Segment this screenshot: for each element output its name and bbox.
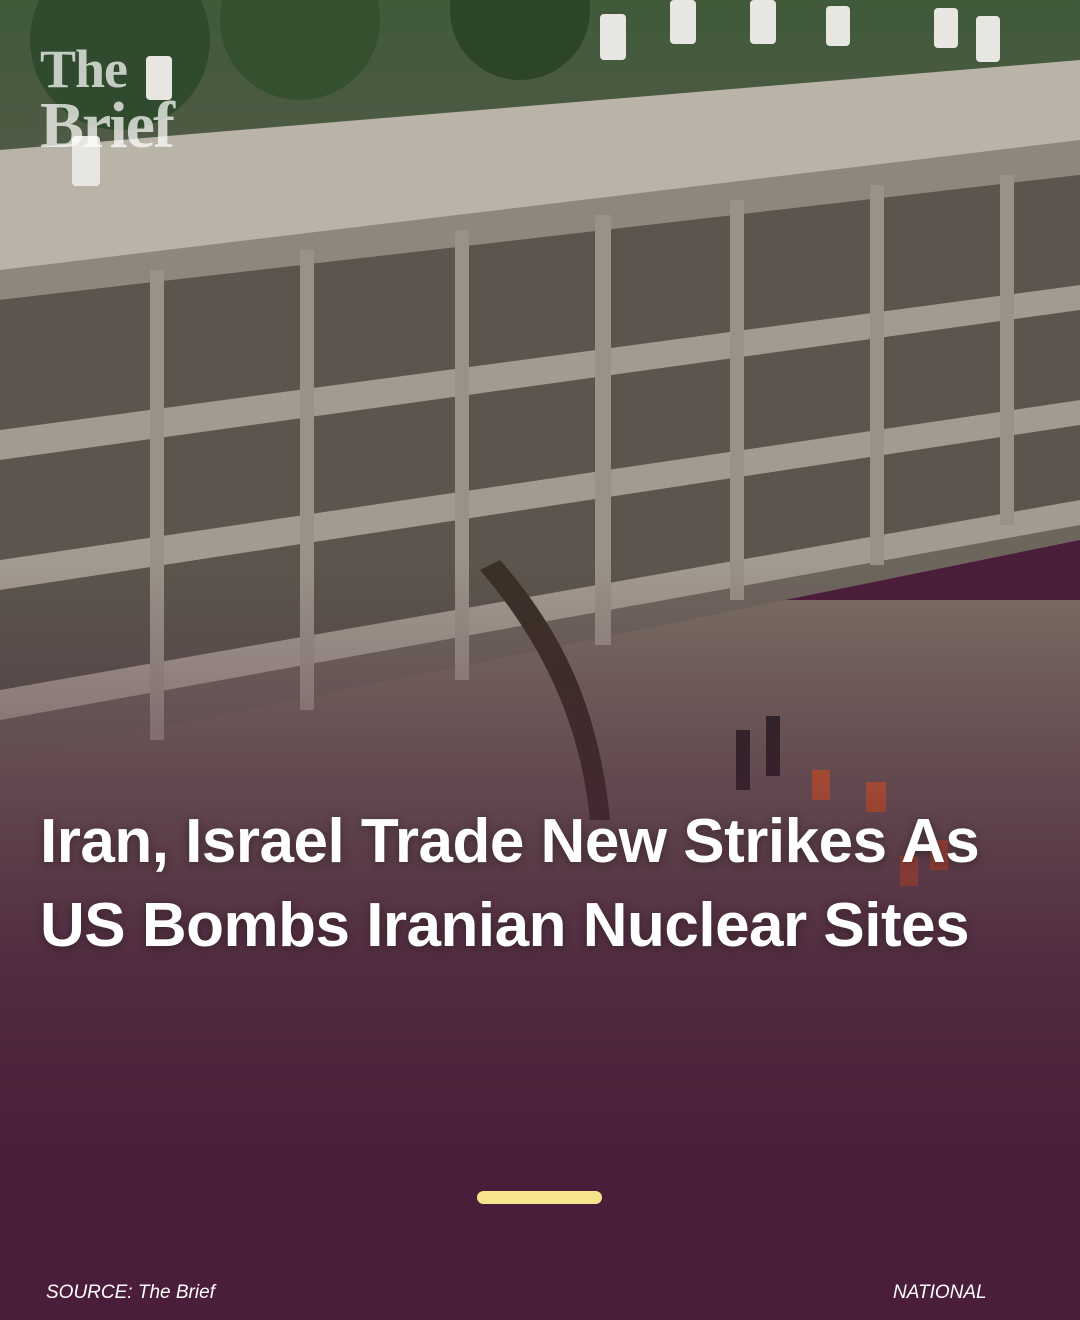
brand-logo: The Brief: [40, 39, 175, 163]
headline: Iran, Israel Trade New Strikes As US Bom…: [40, 807, 980, 960]
gradient-overlay: [0, 0, 1080, 1320]
news-card: The Brief Iran, Israel Trade New Strikes…: [0, 0, 1080, 1320]
source-label: SOURCE: The Brief: [46, 1282, 215, 1303]
category-label: NATIONAL: [893, 1282, 987, 1303]
accent-bar: [477, 1191, 602, 1204]
brand-logo-line2: Brief: [40, 89, 175, 163]
brand-logo-line1: The: [40, 39, 128, 99]
